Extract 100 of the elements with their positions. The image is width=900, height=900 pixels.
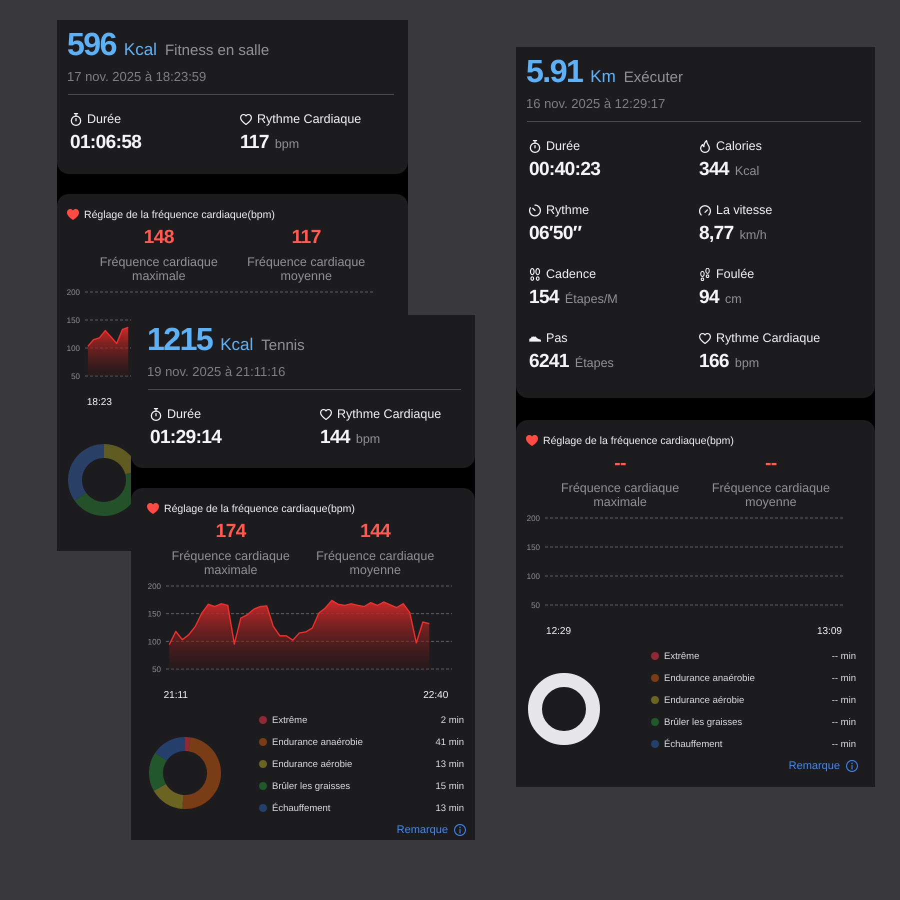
stat-label: Rythme Cardiaque [337, 407, 442, 421]
time-label: 22:40 [423, 690, 448, 701]
activity-name: Tennis [261, 336, 305, 356]
stat-value: 344 [699, 158, 729, 182]
stat-unit: Étapes [574, 355, 614, 372]
stat-value: 01:06:58 [70, 131, 142, 155]
y-axis-label: 50 [531, 601, 540, 610]
zone-name: Brûler les graisses [664, 716, 742, 728]
footprints-icon [699, 268, 711, 280]
stat-value: 94 [699, 286, 719, 310]
footprints-icon [529, 268, 541, 280]
stat-value: 166 [699, 350, 729, 374]
time-label: 18:23 [86, 397, 112, 408]
heart-icon [240, 112, 252, 126]
section-title: Réglage de la fréquence cardiaque(bpm) [543, 434, 734, 446]
stat-unit: Étapes/M [564, 291, 618, 308]
heart-rate-area [87, 326, 128, 376]
zone-duration: -- min [832, 694, 856, 706]
y-axis-label: 50 [152, 665, 161, 674]
heart-rate-value: 148 [144, 227, 174, 249]
heart-icon [147, 503, 159, 514]
zone-name: Échauffement [664, 738, 722, 750]
heart-icon [67, 209, 79, 220]
zone-name: Extrême [664, 650, 700, 662]
zone-duration: -- min [832, 716, 856, 728]
stat-value: 8,77 [699, 222, 734, 246]
zone-duration: 15 min [435, 780, 464, 792]
zone-name: Endurance anaérobie [272, 736, 363, 748]
stat-label: Foulée [716, 267, 754, 281]
y-axis-label: 200 [148, 582, 161, 591]
stat-value: 00:40:23 [529, 158, 600, 182]
section-title: Réglage de la fréquence cardiaque(bpm) [164, 502, 355, 514]
stat-label: Pas [546, 331, 568, 345]
heart-rate-value: 174 [216, 521, 246, 543]
y-axis-label: 200 [66, 288, 80, 297]
zone-duration: 41 min [435, 736, 464, 748]
speedometer-icon [699, 204, 711, 216]
heart-rate-value: -- [614, 453, 626, 475]
headline-value: 596 [67, 26, 116, 62]
stat-value: 6241 [529, 350, 569, 374]
activity-name: Fitness en salle [164, 41, 270, 61]
y-axis-label: 100 [66, 344, 80, 353]
heart-rate-caption: Fréquence cardiaque maximale [170, 549, 291, 577]
zone-duration: 13 min [435, 802, 464, 814]
workout-date: 16 nov. 2025 à 12:29:17 [526, 96, 666, 112]
stopwatch-icon [70, 112, 82, 126]
stopwatch-icon [150, 408, 162, 420]
stat-label: Rythme Cardiaque [716, 331, 820, 345]
heart-icon [526, 435, 538, 446]
stat-label: Durée [546, 139, 580, 153]
time-label: 21:11 [164, 690, 188, 701]
note-link[interactable]: Remarque [396, 823, 466, 837]
stat-unit: Kcal [734, 163, 760, 180]
headline-value: 5.91 [526, 53, 582, 89]
time-label: 13:09 [816, 626, 842, 637]
stat-unit: km/h [740, 227, 767, 244]
heart-rate-caption: Fréquence cardiaque maximale [98, 255, 219, 283]
timer-icon [529, 204, 541, 216]
zone-duration: -- min [832, 738, 856, 750]
stat-unit: bpm [734, 355, 760, 372]
zone-name: Extrême [272, 714, 308, 726]
zone-name: Échauffement [272, 802, 330, 814]
stat-label: Rythme [546, 203, 590, 217]
headline-unit: Kcal [220, 334, 254, 356]
stopwatch-icon [529, 140, 541, 152]
heart-rate-value: 117 [292, 227, 321, 249]
time-label: 12:29 [546, 626, 572, 637]
info-icon [454, 824, 466, 836]
y-axis-label: 150 [526, 543, 540, 552]
heart-icon [320, 408, 332, 420]
stat-unit: bpm [356, 431, 380, 448]
zone-name: Endurance anaérobie [664, 672, 755, 684]
stat-value: 01:29:14 [150, 426, 222, 450]
workout-date: 19 nov. 2025 à 21:11:16 [147, 364, 286, 380]
stat-label: Durée [87, 112, 122, 126]
heart-rate-caption: Fréquence cardiaque moyenne [315, 549, 436, 577]
flame-icon [699, 140, 711, 152]
headline-unit: Km [590, 66, 616, 88]
stat-unit: cm [724, 291, 742, 308]
y-axis-label: 50 [71, 372, 80, 381]
stat-unit: bpm [274, 136, 300, 153]
zone-name: Brûler les graisses [272, 780, 350, 792]
zone-duration: 2 min [440, 714, 464, 726]
workout-date: 17 nov. 2025 à 18:23:59 [67, 69, 208, 85]
zone-duration: -- min [832, 650, 856, 662]
stat-label: Rythme Cardiaque [257, 112, 362, 126]
y-axis-label: 100 [148, 637, 161, 646]
zone-duration: -- min [832, 672, 856, 684]
info-icon [846, 760, 858, 772]
note-link[interactable]: Remarque [788, 759, 858, 773]
stat-label: Calories [716, 139, 762, 153]
zone-name: Endurance aérobie [272, 758, 352, 770]
y-axis-label: 200 [526, 514, 540, 523]
stat-label: La vitesse [716, 203, 772, 217]
stat-value: 144 [320, 426, 350, 450]
heart-rate-caption: Fréquence cardiaque moyenne [246, 255, 366, 283]
heart-rate-value: 144 [360, 521, 390, 543]
heart-rate-caption: Fréquence cardiaque moyenne [710, 481, 831, 509]
activity-name: Exécuter [624, 68, 683, 88]
heart-rate-value: -- [765, 453, 777, 475]
